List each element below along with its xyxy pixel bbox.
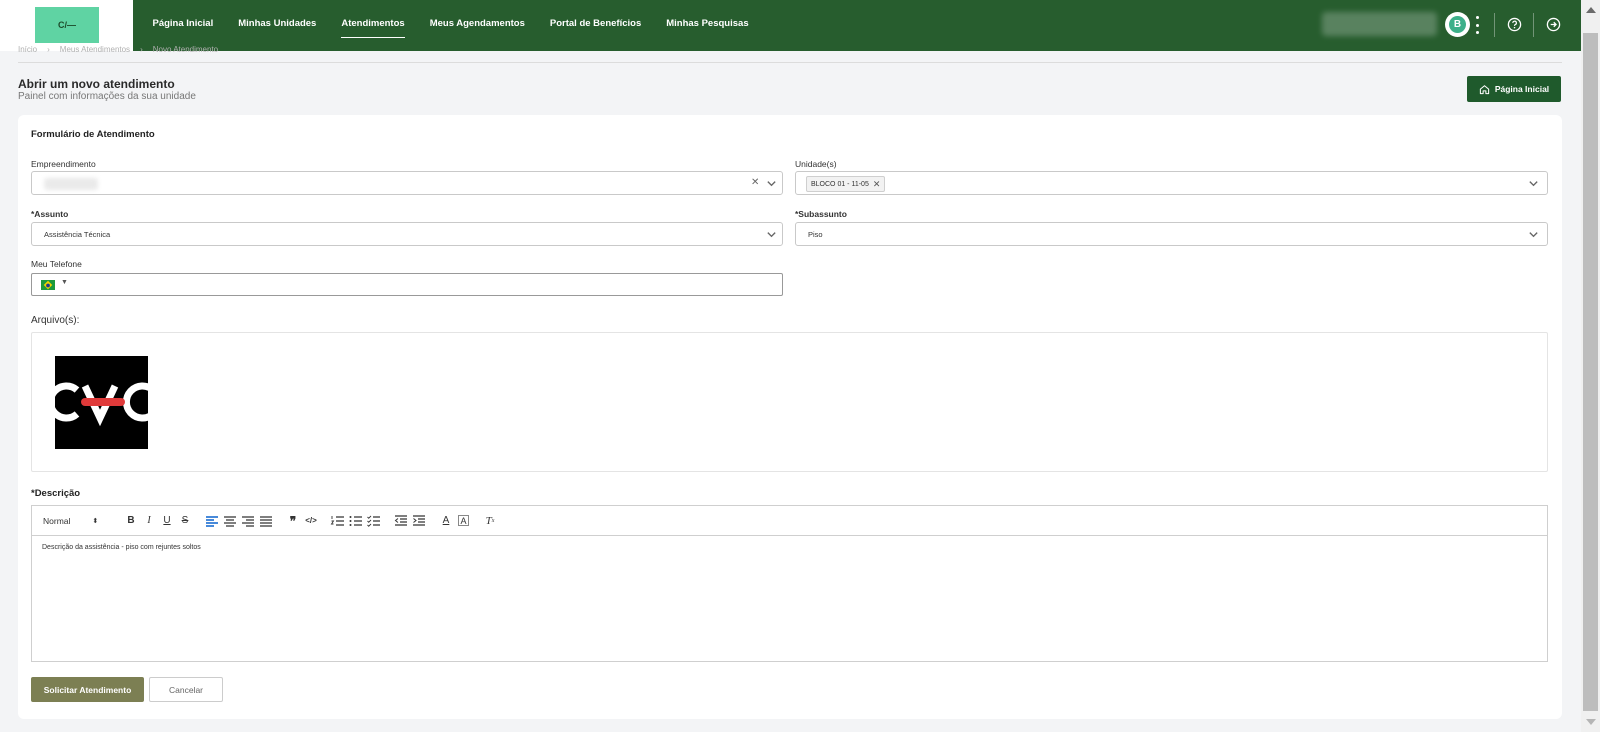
help-icon[interactable] — [1507, 17, 1522, 32]
rich-text-editor[interactable]: Normal ⬍ B I U S ❞ </> A A Tx Descrição … — [31, 505, 1548, 662]
more-options-icon[interactable] — [1474, 16, 1480, 34]
chevron-down-icon — [1529, 181, 1538, 187]
avatar-initial: B — [1449, 16, 1466, 33]
chevron-down-icon — [1529, 232, 1538, 238]
divider — [18, 62, 1562, 63]
divider — [1533, 13, 1534, 37]
files-label: Arquivo(s): — [31, 315, 80, 326]
main-nav: Página Inicial Minhas Unidades Atendimen… — [140, 0, 761, 51]
background-color-icon[interactable]: A — [458, 515, 469, 526]
submit-button[interactable]: Solicitar Atendimento — [31, 677, 144, 702]
remove-tag-icon[interactable]: ✕ — [873, 179, 881, 190]
telefone-label: Meu Telefone — [31, 259, 82, 269]
nav-item-pagina-inicial[interactable]: Página Inicial — [140, 0, 226, 51]
indent-icon[interactable] — [410, 512, 428, 530]
nav-item-minhas-pesquisas[interactable]: Minhas Pesquisas — [654, 0, 761, 51]
chevron-down-icon — [767, 181, 776, 187]
nav-item-minhas-unidades[interactable]: Minhas Unidades — [226, 0, 329, 51]
assunto-value: Assistência Técnica — [44, 230, 111, 239]
home-button-label: Página Inicial — [1494, 84, 1550, 94]
empreendimento-label: Empreendimento — [31, 159, 96, 169]
file-dropzone[interactable] — [31, 332, 1548, 472]
align-right-icon[interactable] — [239, 512, 257, 530]
assunto-select[interactable]: Assistência Técnica — [31, 222, 783, 246]
scroll-up-icon[interactable] — [1586, 7, 1596, 13]
text-color-icon[interactable]: A — [437, 512, 455, 530]
breadcrumb: Início › Meus Atendimentos › Novo Atendi… — [18, 45, 218, 54]
align-left-icon[interactable] — [203, 512, 221, 530]
caret-down-icon[interactable]: ▼ — [61, 279, 68, 286]
home-icon — [1479, 84, 1489, 94]
nav-item-atendimentos[interactable]: Atendimentos — [329, 0, 417, 51]
page-scrollbar[interactable] — [1581, 0, 1600, 732]
outdent-icon[interactable] — [392, 512, 410, 530]
empreendimento-value-blurred — [44, 178, 98, 190]
clear-icon[interactable]: ✕ — [751, 177, 759, 188]
breadcrumb-separator: › — [140, 45, 143, 54]
phone-input[interactable]: ▼ — [31, 273, 783, 296]
logo-text: C/— — [58, 20, 76, 30]
editor-content[interactable]: Descrição da assistência - piso com reju… — [42, 544, 201, 551]
ordered-list-icon[interactable] — [329, 512, 347, 530]
bullet-list-icon[interactable] — [347, 512, 365, 530]
breadcrumb-item[interactable]: Meus Atendimentos — [60, 45, 130, 54]
breadcrumb-separator: › — [47, 45, 50, 54]
logout-icon[interactable] — [1546, 17, 1561, 32]
logo-container[interactable]: C/— — [0, 0, 133, 51]
avatar[interactable]: B — [1445, 12, 1470, 37]
form-title: Formulário de Atendimento — [31, 129, 155, 140]
code-icon[interactable]: </> — [302, 512, 320, 530]
underline-icon[interactable]: U — [158, 512, 176, 530]
logo: C/— — [35, 7, 99, 43]
attached-image-thumbnail[interactable] — [55, 356, 148, 449]
align-justify-icon[interactable] — [257, 512, 275, 530]
divider — [1494, 13, 1495, 37]
nav-item-meus-agendamentos[interactable]: Meus Agendamentos — [417, 0, 537, 51]
cancel-button[interactable]: Cancelar — [149, 677, 223, 702]
editor-toolbar: Normal ⬍ B I U S ❞ </> A A Tx — [32, 506, 1547, 536]
page-title: Abrir um novo atendimento — [18, 77, 175, 91]
italic-icon[interactable]: I — [140, 512, 158, 530]
nav-item-portal-beneficios[interactable]: Portal de Benefícios — [537, 0, 653, 51]
user-name-blurred[interactable] — [1322, 12, 1437, 36]
subassunto-label: *Subassunto — [795, 209, 847, 219]
empreendimento-select[interactable]: ✕ — [31, 171, 783, 195]
subassunto-select[interactable]: Piso — [795, 222, 1548, 246]
bold-icon[interactable]: B — [122, 512, 140, 530]
home-button[interactable]: Página Inicial — [1467, 76, 1561, 102]
subassunto-value: Piso — [808, 230, 823, 239]
brazil-flag-icon[interactable] — [41, 280, 55, 290]
assunto-label: *Assunto — [31, 209, 69, 219]
clear-format-icon[interactable]: Tx — [481, 512, 499, 530]
unidades-label: Unidade(s) — [795, 159, 837, 169]
scroll-down-icon[interactable] — [1586, 719, 1596, 725]
unidade-tag-label: BLOCO 01 - 11-05 — [811, 180, 869, 188]
cvc-logo-image — [55, 356, 148, 449]
scrollbar-thumb[interactable] — [1583, 33, 1598, 711]
strikethrough-icon[interactable]: S — [176, 512, 194, 530]
checklist-icon[interactable] — [365, 512, 383, 530]
breadcrumb-item[interactable]: Início — [18, 45, 37, 54]
unidade-tag: BLOCO 01 - 11-05 ✕ — [806, 176, 886, 192]
format-select[interactable]: Normal ⬍ — [43, 516, 113, 526]
unidades-select[interactable]: BLOCO 01 - 11-05 ✕ — [795, 171, 1548, 195]
chevron-down-icon — [767, 232, 776, 238]
align-center-icon[interactable] — [221, 512, 239, 530]
breadcrumb-item: Novo Atendimento — [152, 45, 219, 54]
format-select-value: Normal — [43, 515, 71, 526]
top-navbar: C/— Página Inicial Minhas Unidades Atend… — [0, 0, 1581, 51]
descricao-label: *Descrição — [31, 488, 81, 499]
sort-arrows-icon: ⬍ — [92, 517, 99, 525]
page-subtitle: Painel com informações da sua unidade — [18, 91, 196, 102]
blockquote-icon[interactable]: ❞ — [284, 512, 302, 530]
